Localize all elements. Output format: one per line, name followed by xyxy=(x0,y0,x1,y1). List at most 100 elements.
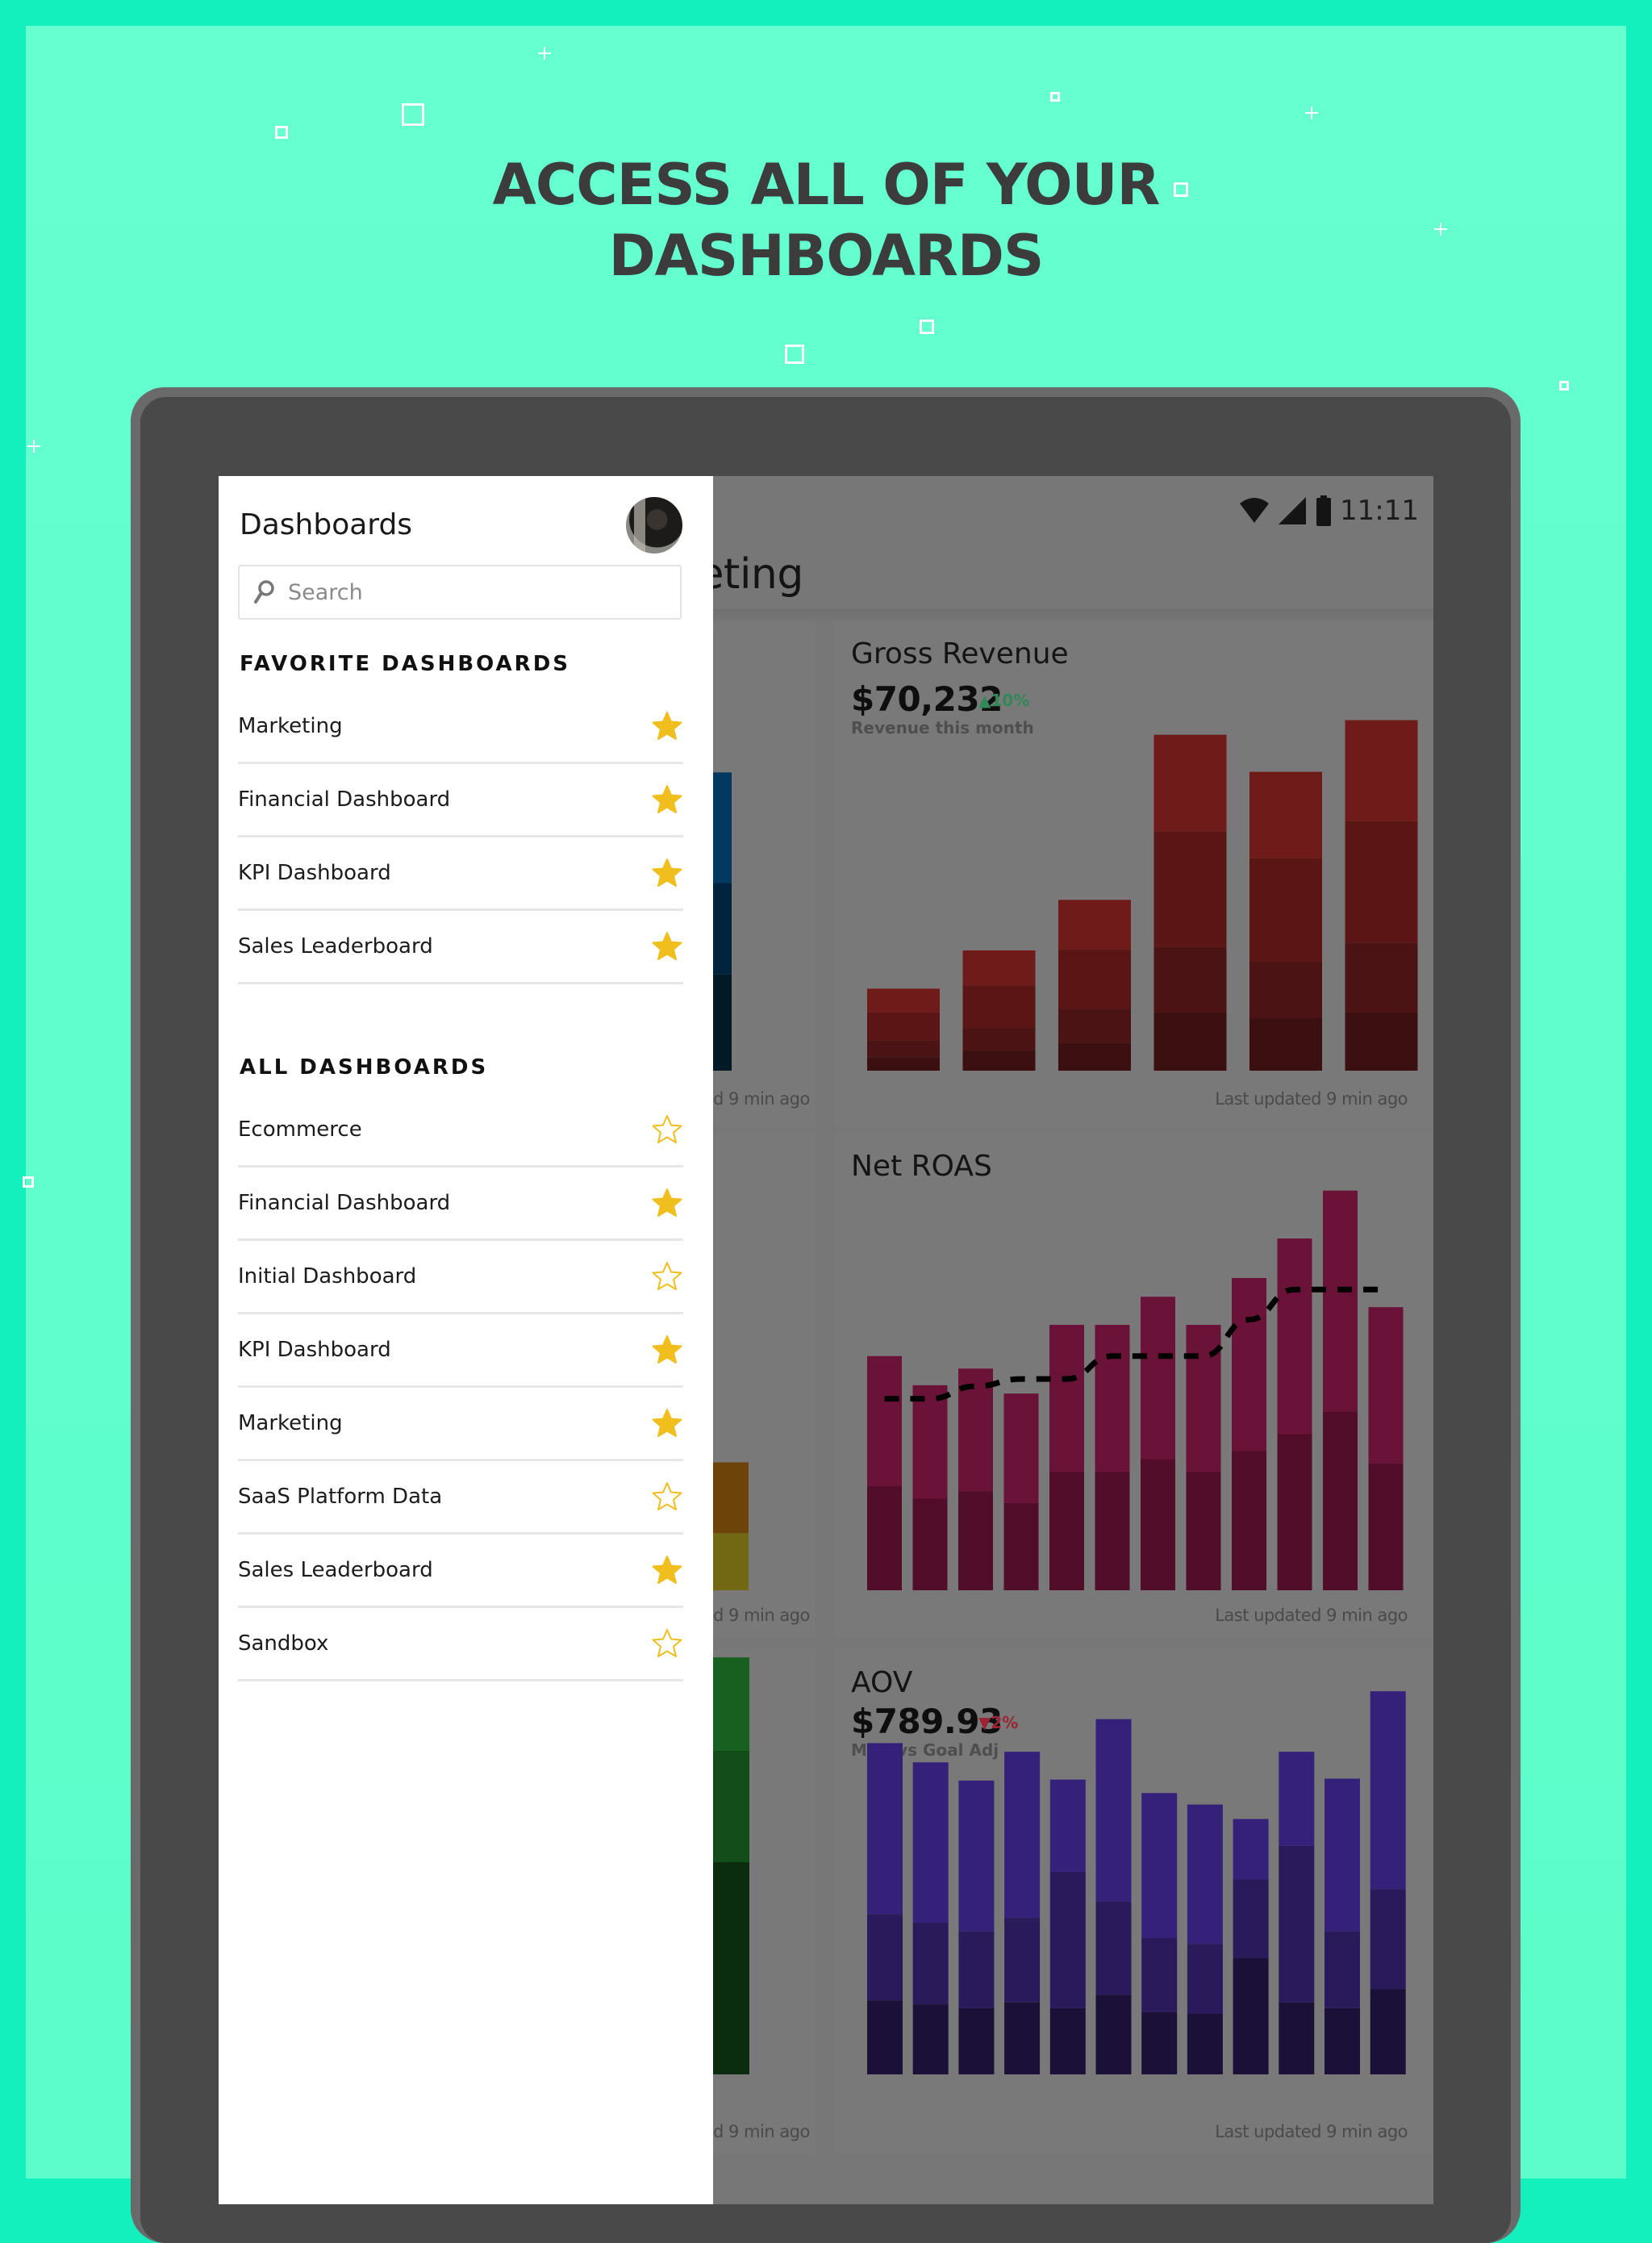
bar-aov-3-layer2 xyxy=(958,1931,995,2008)
search-icon xyxy=(254,580,274,604)
left-card-1-updated: d 9 min ago xyxy=(713,1089,810,1109)
sparkle-square-icon xyxy=(1050,92,1060,102)
star-filled-icon[interactable] xyxy=(651,1554,683,1586)
bar-aov-2-layer2 xyxy=(912,1922,949,2005)
bar-gross_revenue-5-layer2 xyxy=(1249,961,1322,1018)
bar-aov-11-layer2 xyxy=(1325,1931,1360,2008)
bar-gross_revenue-6-layer1 xyxy=(1345,1012,1418,1071)
bar-aov-11-layer3 xyxy=(1325,1778,1360,1932)
star-filled-icon[interactable] xyxy=(651,930,683,963)
card-net-roas[interactable]: Net ROAS Last updated 9 min ago xyxy=(835,1134,1433,1638)
bar-aov-2-layer1 xyxy=(912,2004,949,2074)
search-field[interactable] xyxy=(238,565,682,620)
dashboard-list-item[interactable]: Marketing xyxy=(238,1388,683,1461)
signal-icon xyxy=(1279,497,1307,524)
star-filled-icon[interactable] xyxy=(651,710,683,742)
dashboard-list-item[interactable]: Sales Leaderboard xyxy=(238,1535,683,1608)
bar-gross_revenue-5-layer4 xyxy=(1249,771,1322,858)
bar-aov-3-layer3 xyxy=(958,1780,995,1932)
bar-net_roas-1-top xyxy=(867,1355,902,1486)
dashboard-list-item[interactable]: Marketing xyxy=(238,691,683,764)
dashboards-drawer: Dashboards FAVORITE DASHBOARDS Marketing… xyxy=(219,476,713,2204)
search-input[interactable] xyxy=(286,579,661,606)
headline-line-1: ACCESS ALL OF YOUR xyxy=(492,152,1161,218)
dashboard-list-item[interactable]: Sandbox xyxy=(238,1608,683,1681)
bar-net_roas-10-top xyxy=(1277,1238,1312,1435)
bar-net_roas-10-base xyxy=(1277,1434,1312,1590)
star-filled-icon[interactable] xyxy=(651,857,683,889)
bar-gross_revenue-4-layer2 xyxy=(1153,946,1227,1013)
sparkle-icon xyxy=(538,47,551,60)
dashboard-name: Financial Dashboard xyxy=(238,787,451,812)
chart-net-roas xyxy=(867,1190,1404,1590)
bar-gross_revenue-4-layer3 xyxy=(1153,831,1227,947)
left-card-3-updated: d 9 min ago xyxy=(713,2122,810,2141)
dashboard-name: KPI Dashboard xyxy=(238,1338,391,1362)
bar-aov-12-layer3 xyxy=(1370,1691,1406,1890)
bar-net_roas-1-base xyxy=(867,1486,902,1590)
bar-gross_revenue-1-layer1 xyxy=(867,1057,940,1071)
bar-aov-10-layer2 xyxy=(1279,1845,1315,2003)
bar-net_roas-6-top xyxy=(1095,1325,1130,1472)
bar-net_roas-4-top xyxy=(1003,1393,1039,1503)
bar-net_roas-5-base xyxy=(1049,1471,1084,1590)
bar-net_roas-11-base xyxy=(1323,1411,1358,1590)
dashboard-name: Marketing xyxy=(238,1411,343,1435)
favorites-heading: FAVORITE DASHBOARDS xyxy=(240,652,571,676)
bar-net_roas-8-top xyxy=(1186,1325,1221,1472)
bar-aov-10-layer3 xyxy=(1279,1752,1315,1846)
wifi-icon xyxy=(1240,498,1270,523)
all-dashboards-list: Ecommerce Financial Dashboard Initial Dash… xyxy=(238,1094,683,1681)
status-bar: 11:11 xyxy=(1238,491,1419,531)
promo-headline: ACCESS ALL OF YOUR DASHBOARDS xyxy=(0,149,1652,291)
dashboard-list-item[interactable]: Ecommerce xyxy=(238,1094,683,1167)
bar-gross_revenue-1-layer3 xyxy=(867,1012,940,1041)
bar-aov-9-layer1 xyxy=(1233,1958,1269,2074)
dashboard-list-item[interactable]: Initial Dashboard xyxy=(238,1241,683,1314)
dashboard-list-item[interactable]: Financial Dashboard xyxy=(238,1167,683,1241)
bar-gross_revenue-4-layer1 xyxy=(1153,1012,1227,1071)
dashboard-list-item[interactable]: KPI Dashboard xyxy=(238,837,683,911)
bar-net_roas-5-top xyxy=(1049,1325,1084,1472)
star-outline-icon[interactable] xyxy=(651,1481,683,1513)
bar-net_roas-9-top xyxy=(1232,1278,1266,1451)
bar-net_roas-6-base xyxy=(1095,1471,1130,1590)
star-outline-icon[interactable] xyxy=(651,1260,683,1293)
dashboard-list-item[interactable]: KPI Dashboard xyxy=(238,1314,683,1388)
star-filled-icon[interactable] xyxy=(651,1407,683,1439)
card-aov[interactable]: AOV $789.93 ▼2% MTD vs Goal Adj Last upd… xyxy=(835,1650,1433,2154)
battery-icon xyxy=(1316,495,1332,526)
bar-gross_revenue-2-layer1 xyxy=(962,1050,1036,1071)
last-updated: Last updated 9 min ago xyxy=(1215,2122,1408,2141)
user-avatar[interactable] xyxy=(626,497,682,553)
bar-gross_revenue-1-layer4 xyxy=(867,988,940,1013)
star-outline-icon[interactable] xyxy=(651,1627,683,1660)
bar-aov-8-layer2 xyxy=(1187,1944,1223,2015)
sparkle-square-icon xyxy=(275,126,288,139)
dashboard-list-item[interactable]: Sales Leaderboard xyxy=(238,911,683,984)
bar-net_roas-4-base xyxy=(1003,1502,1039,1590)
bar-gross_revenue-6-layer4 xyxy=(1345,720,1418,821)
star-filled-icon[interactable] xyxy=(651,783,683,816)
star-outline-icon[interactable] xyxy=(651,1113,683,1146)
dashboard-list-item[interactable]: SaaS Platform Data xyxy=(238,1461,683,1535)
dashboard-name: Sales Leaderboard xyxy=(238,1558,433,1582)
bar-aov-5-layer1 xyxy=(1049,2007,1086,2074)
last-updated: Last updated 9 min ago xyxy=(1215,1606,1408,1625)
dashboard-list-item[interactable]: Financial Dashboard xyxy=(238,764,683,837)
sparkle-square-icon xyxy=(785,345,804,364)
dashboard-name: Financial Dashboard xyxy=(238,1191,451,1215)
bar-gross_revenue-2-layer3 xyxy=(962,985,1036,1029)
sparkle-square-icon xyxy=(920,320,934,334)
star-filled-icon[interactable] xyxy=(651,1187,683,1219)
dashboard-name: SaaS Platform Data xyxy=(238,1485,443,1509)
bar-aov-2-layer3 xyxy=(912,1762,949,1923)
bar-aov-6-layer1 xyxy=(1095,1994,1132,2074)
dashboard-name: Sales Leaderboard xyxy=(238,934,433,959)
star-filled-icon[interactable] xyxy=(651,1334,683,1366)
sparkle-icon xyxy=(27,440,40,453)
card-gross-revenue[interactable]: Gross Revenue $70,232 ▲10% Revenue this … xyxy=(835,621,1433,1126)
bar-aov-1-layer3 xyxy=(867,1743,903,1915)
headline-line-2: DASHBOARDS xyxy=(608,223,1045,289)
bar-aov-4-layer3 xyxy=(1004,1752,1041,1919)
